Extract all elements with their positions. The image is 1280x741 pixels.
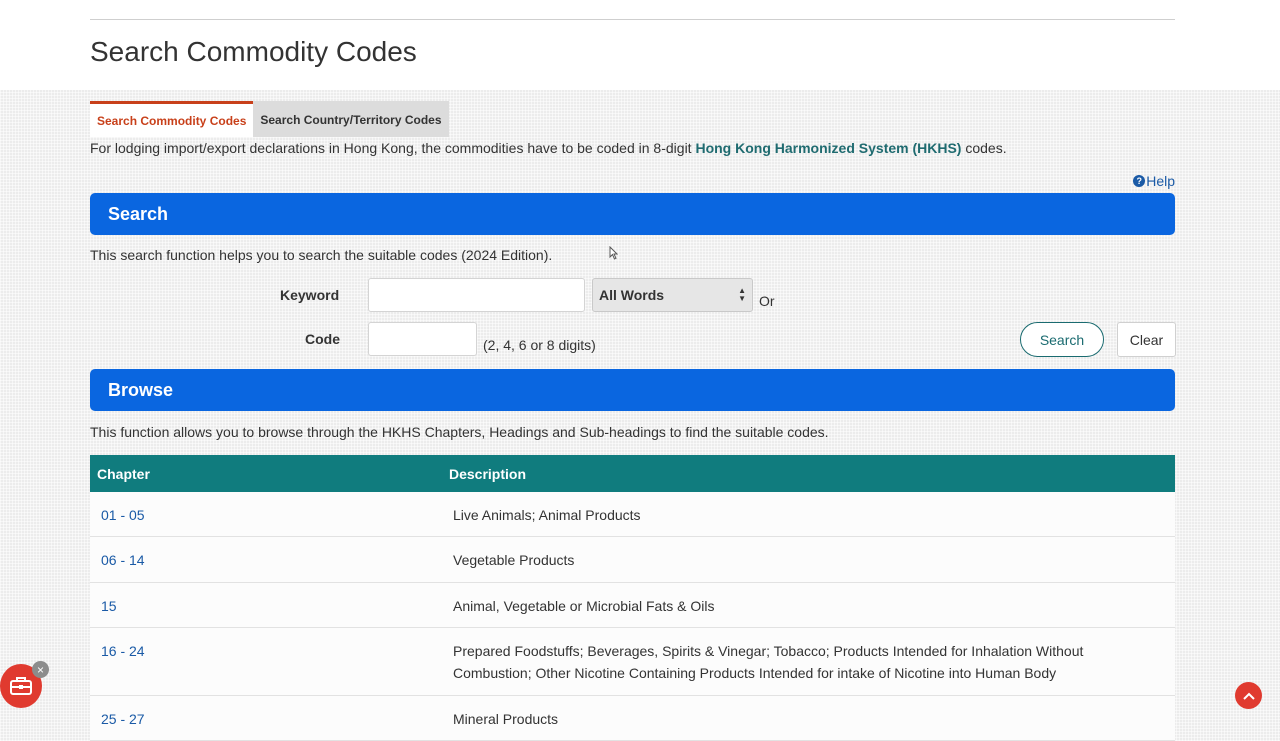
chapter-description: Animal, Vegetable or Microbial Fats & Oi… (453, 598, 715, 614)
select-arrows-icon: ▲ ▼ (738, 286, 746, 303)
search-button[interactable]: Search (1020, 322, 1104, 357)
chapter-description: Live Animals; Animal Products (453, 507, 641, 523)
column-header-chapter: Chapter (97, 465, 150, 482)
browse-section-heading: Browse (90, 369, 1175, 411)
search-description: This search function helps you to search… (90, 247, 553, 263)
table-row: 01 - 05 Live Animals; Animal Products (90, 492, 1175, 537)
page-title: Search Commodity Codes (90, 36, 417, 67)
match-mode-value: All Words (599, 287, 665, 303)
intro-text-before: For lodging import/export declarations i… (90, 140, 696, 156)
chapter-link[interactable]: 25 - 27 (90, 696, 442, 740)
mouse-cursor-icon (609, 246, 618, 260)
keyword-label: Keyword (280, 287, 340, 303)
match-mode-select[interactable]: All Words ▲ ▼ (592, 278, 753, 312)
hkhs-link[interactable]: Hong Kong Harmonized System (HKHS) (695, 140, 961, 156)
close-icon[interactable]: × (32, 661, 49, 678)
tab-bar: Search Commodity Codes Search Country/Te… (90, 101, 449, 137)
chapter-link[interactable]: 06 - 14 (90, 537, 442, 582)
table-row: 15 Animal, Vegetable or Microbial Fats &… (90, 583, 1175, 628)
chapter-description: Vegetable Products (453, 552, 575, 568)
browse-description: This function allows you to browse throu… (90, 424, 829, 440)
tab-search-commodity-codes[interactable]: Search Commodity Codes (90, 101, 254, 137)
table-row: 16 - 24 Prepared Foodstuffs; Beverages, … (90, 628, 1175, 696)
table-row: 25 - 27 Mineral Products (90, 696, 1175, 741)
help-link[interactable]: ? Help (1133, 173, 1175, 189)
chapter-description: Prepared Foodstuffs; Beverages, Spirits … (453, 643, 1084, 681)
chapters-table: Chapter Description 01 - 05 Live Animals… (90, 455, 1175, 741)
clear-button[interactable]: Clear (1117, 322, 1176, 357)
scroll-to-top-button[interactable] (1235, 682, 1262, 709)
intro-text: For lodging import/export declarations i… (90, 140, 1007, 156)
table-row: 06 - 14 Vegetable Products (90, 537, 1175, 583)
tab-search-country-codes[interactable]: Search Country/Territory Codes (253, 101, 449, 137)
search-section-heading: Search (90, 193, 1175, 235)
code-hint: (2, 4, 6 or 8 digits) (483, 337, 596, 353)
column-header-description: Description (449, 465, 527, 482)
help-icon: ? (1133, 175, 1146, 187)
code-label: Code (305, 331, 340, 347)
intro-text-after: codes. (961, 140, 1007, 156)
chapter-link[interactable]: 16 - 24 (90, 628, 442, 695)
help-label: Help (1146, 173, 1175, 189)
chapter-link[interactable]: 01 - 05 (90, 492, 442, 536)
code-input[interactable] (368, 322, 477, 356)
chevron-up-icon (1242, 692, 1255, 700)
toolbox-icon (10, 677, 32, 695)
keyword-input[interactable] (368, 278, 585, 312)
table-header: Chapter Description (90, 455, 1175, 492)
chapter-link[interactable]: 15 (90, 583, 442, 627)
header-divider (90, 19, 1175, 20)
chapter-description: Mineral Products (453, 711, 559, 727)
or-separator: Or (759, 293, 775, 309)
